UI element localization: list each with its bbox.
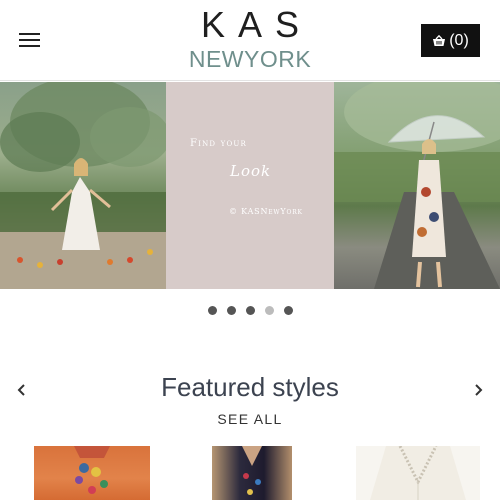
- hero-photo-right: [334, 82, 500, 289]
- logo-top-text: KAS: [200, 4, 313, 45]
- product-card-2[interactable]: [212, 446, 292, 500]
- carousel-dot-4[interactable]: [264, 306, 274, 315]
- carousel-dot-3[interactable]: [245, 306, 255, 315]
- hamburger-menu-icon[interactable]: [19, 33, 41, 49]
- chevron-right-icon[interactable]: [470, 381, 486, 399]
- shopping-basket-icon: [433, 34, 446, 46]
- site-logo[interactable]: KAS NEWYORK: [170, 6, 330, 76]
- hero-banner[interactable]: Find your Look © KASNewYork: [0, 82, 500, 289]
- hero-copyright: © KASNewYork: [229, 207, 303, 216]
- featured-styles-title: Featured styles: [161, 372, 339, 402]
- hero-text-panel: Find your Look © KASNewYork: [166, 82, 334, 289]
- see-all-link[interactable]: SEE ALL: [0, 411, 500, 427]
- carousel-dot-1[interactable]: [207, 306, 217, 315]
- carousel-dots: [0, 302, 500, 315]
- product-card-3[interactable]: [356, 446, 480, 500]
- carousel-dot-5[interactable]: [283, 306, 293, 315]
- hero-find-your: Find your: [190, 138, 247, 149]
- site-header: KAS NEWYORK (0): [0, 0, 500, 81]
- cart-button[interactable]: (0): [421, 24, 480, 57]
- hero-look: Look: [230, 162, 272, 180]
- cart-count: (0): [449, 31, 469, 49]
- logo-bottom-text: NEWYORK: [188, 46, 312, 72]
- product-card-1[interactable]: [34, 446, 150, 500]
- hero-photo-left: [0, 82, 166, 289]
- carousel-dot-2[interactable]: [226, 306, 236, 315]
